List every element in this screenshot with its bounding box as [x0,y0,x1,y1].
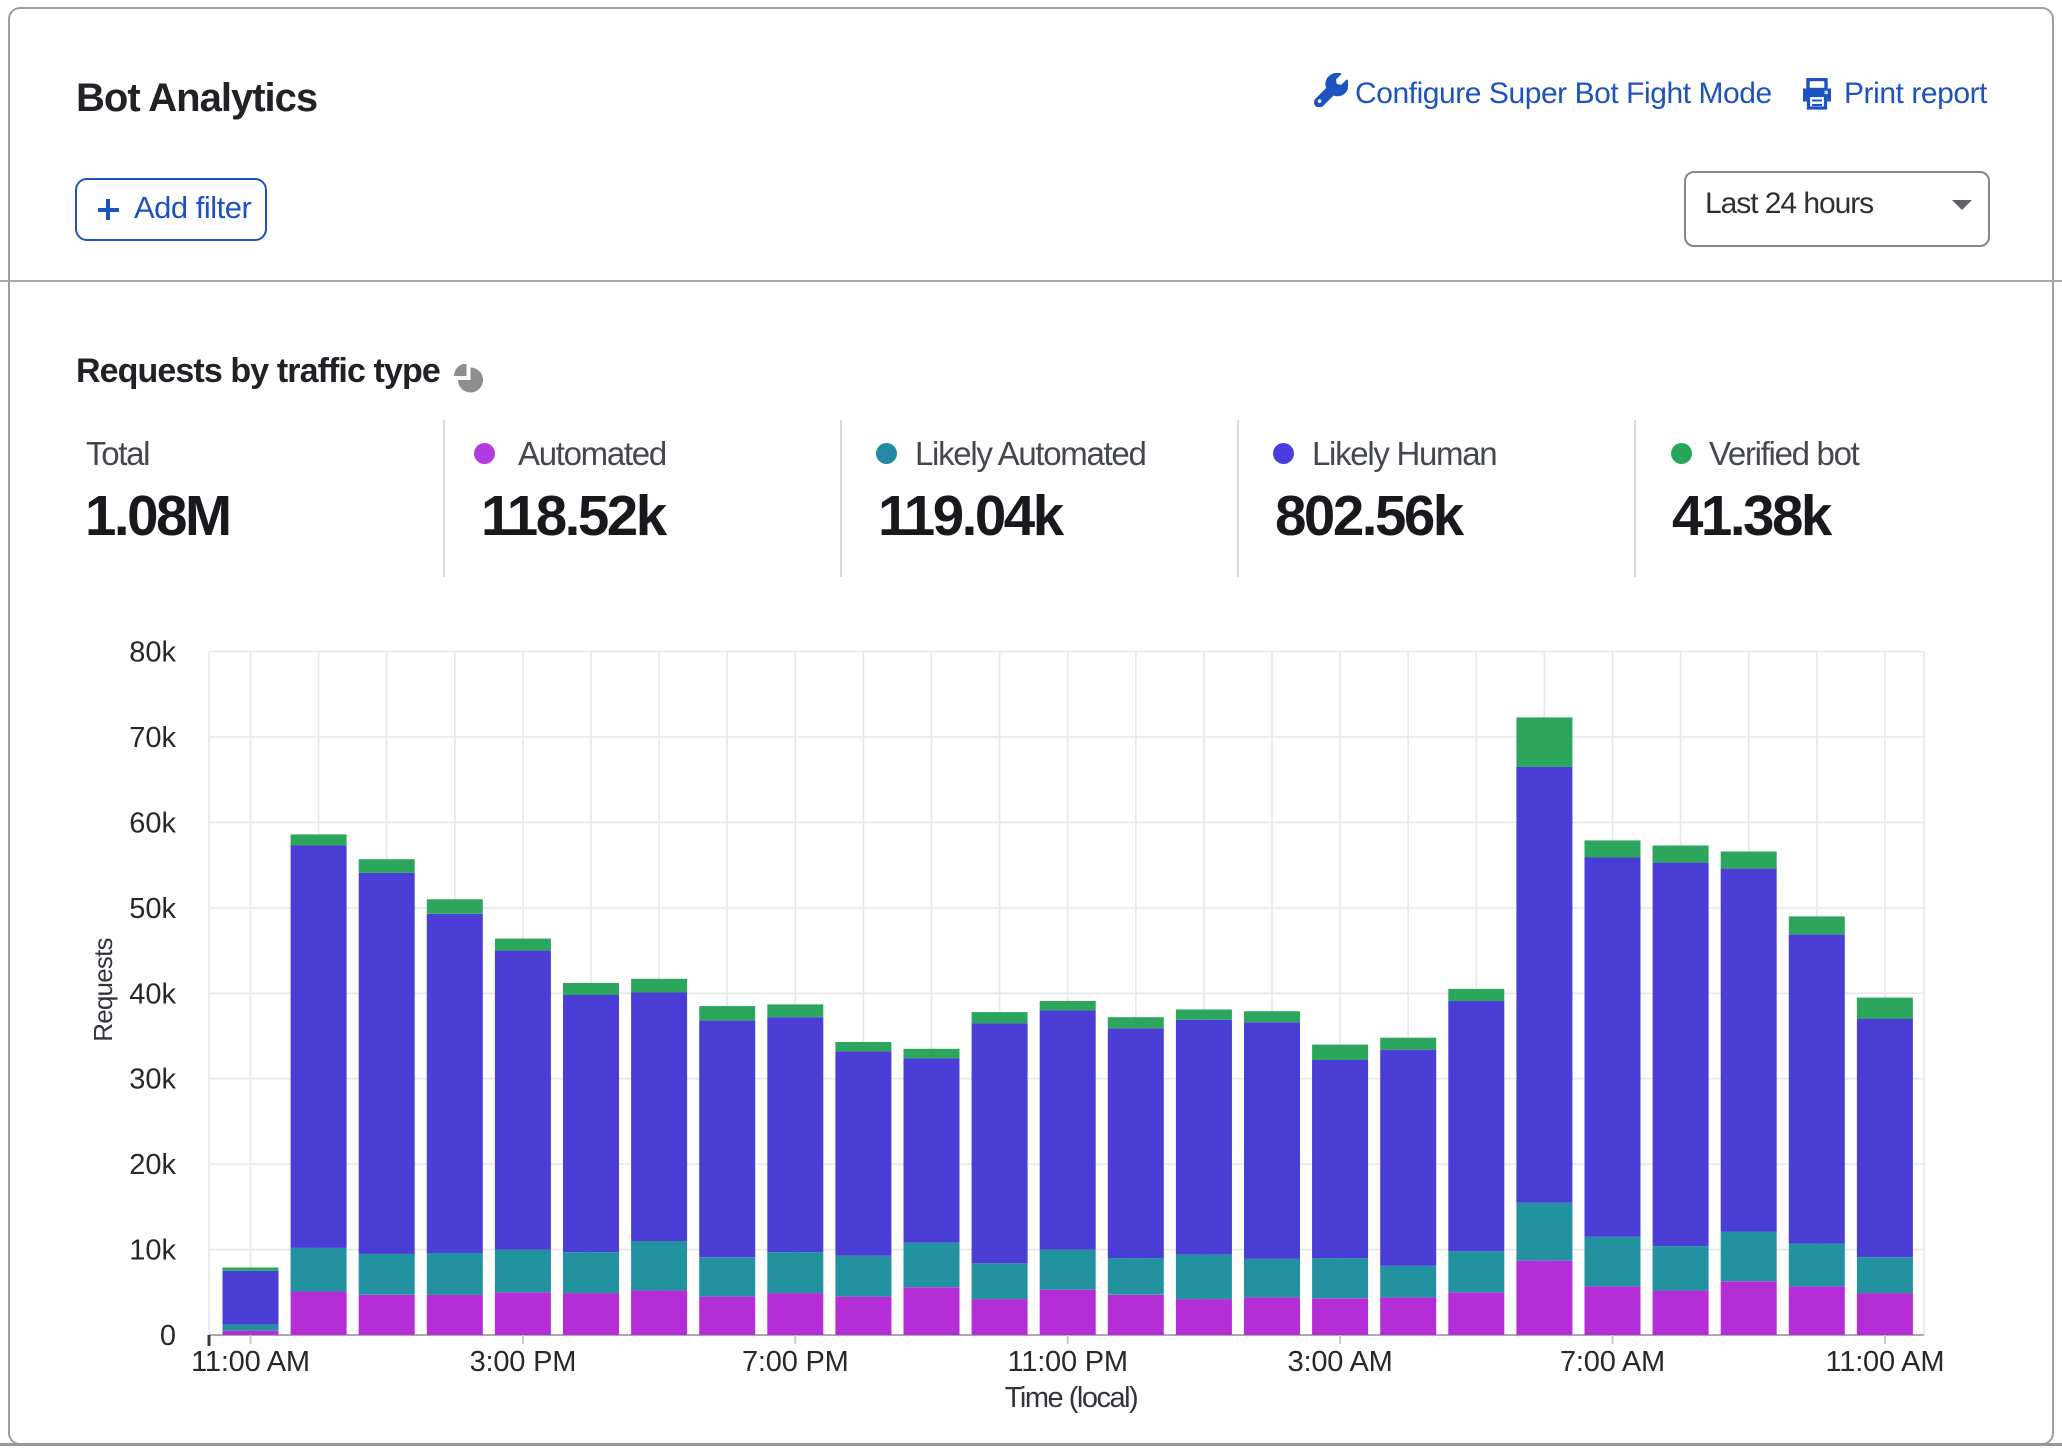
svg-text:0: 0 [160,1320,176,1352]
svg-text:11:00 AM: 11:00 AM [1826,1346,1945,1378]
svg-text:50k: 50k [129,893,176,925]
svg-text:Requests: Requests [88,937,118,1041]
svg-text:40k: 40k [129,978,176,1010]
svg-text:11:00 AM: 11:00 AM [191,1346,310,1378]
svg-text:3:00 AM: 3:00 AM [1288,1346,1393,1378]
svg-text:3:00 PM: 3:00 PM [470,1346,577,1378]
svg-text:10k: 10k [129,1235,176,1267]
svg-text:80k: 80k [129,637,176,669]
svg-text:30k: 30k [129,1064,176,1096]
svg-text:20k: 20k [129,1149,176,1181]
svg-text:11:00 PM: 11:00 PM [1008,1346,1128,1378]
svg-text:7:00 AM: 7:00 AM [1560,1346,1665,1378]
svg-text:70k: 70k [129,722,176,754]
svg-text:60k: 60k [129,807,176,839]
svg-text:Time (local): Time (local) [1005,1382,1137,1414]
svg-text:7:00 PM: 7:00 PM [742,1346,849,1378]
